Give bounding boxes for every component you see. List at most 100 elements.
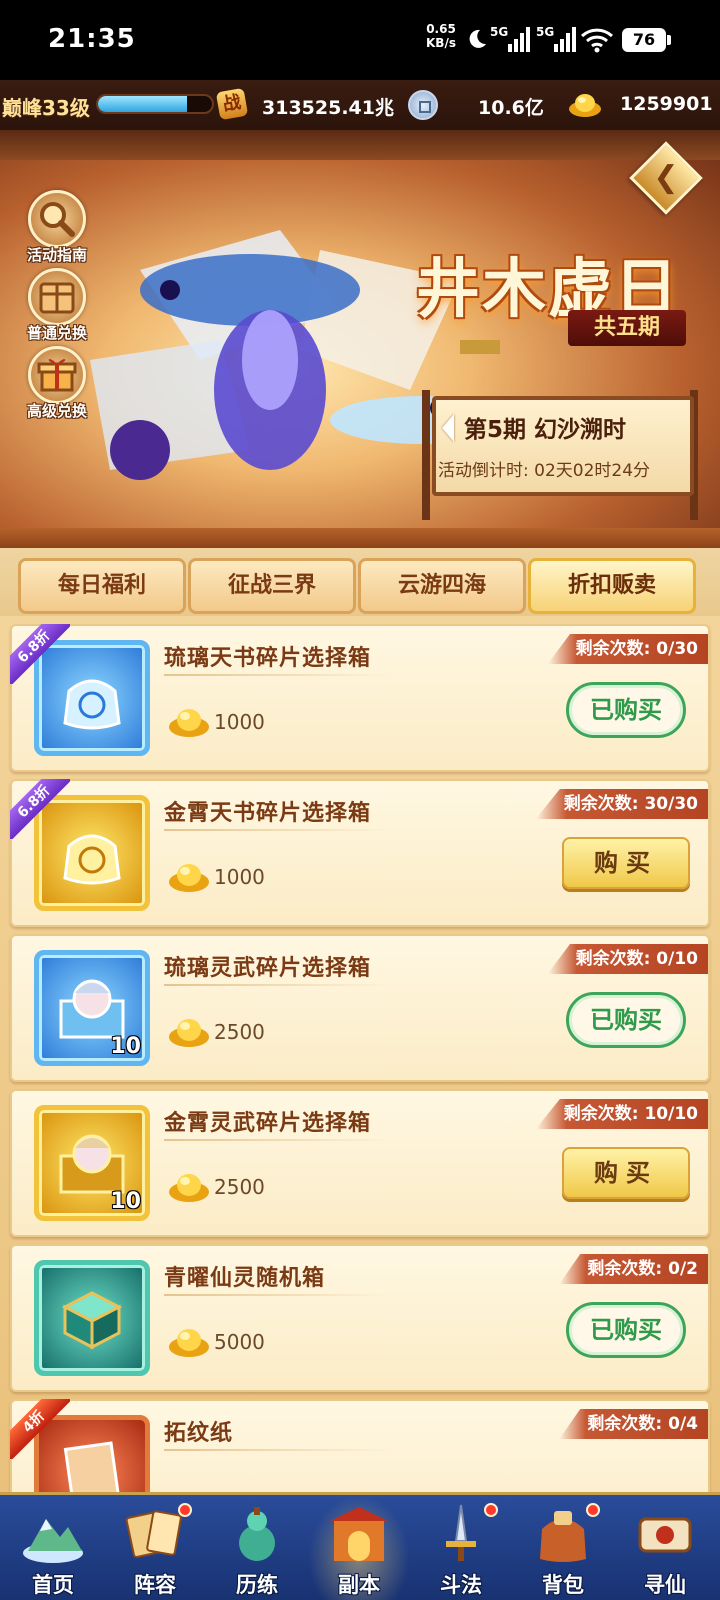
bottom-navigation: 首页 阵容 历练 副本 斗法 背包 寻仙 xyxy=(0,1492,720,1600)
gold-ingot-icon xyxy=(169,1019,209,1047)
notification-dot xyxy=(178,1503,192,1517)
item-divider xyxy=(164,674,390,676)
discount-item-list[interactable]: 6.8折 琉璃天书碎片选择箱 1000 剩余次数: 0/30 已购买 6.8折 … xyxy=(0,616,720,1492)
banner-roof xyxy=(0,130,720,160)
nav-label: 阵容 xyxy=(134,1573,176,1597)
item-price: 5000 xyxy=(214,1330,265,1354)
list-item: 6.8折 金霄天书碎片选择箱 1000 剩余次数: 30/30 购买 xyxy=(10,779,710,927)
nav-backpack[interactable]: 背包 xyxy=(512,1495,614,1600)
item-price: 1000 xyxy=(214,865,265,889)
nav-label: 首页 xyxy=(32,1573,74,1597)
list-item: 青曜仙灵随机箱 5000 剩余次数: 0/2 已购买 xyxy=(10,1244,710,1392)
item-icon-liuli-weapon-box[interactable]: 10 xyxy=(34,950,150,1066)
signboard-post xyxy=(422,390,430,520)
tab-roam-seas[interactable]: 云游四海 xyxy=(358,558,526,614)
normal-exchange-button[interactable]: 普通兑换 xyxy=(20,268,94,342)
discount-label: 6.8折 xyxy=(10,779,70,839)
item-price: 2500 xyxy=(214,1020,265,1044)
shop-tabs: 每日福利 征战三界 云游四海 折扣贩卖 xyxy=(0,528,720,616)
back-arrow-icon[interactable]: ❮ xyxy=(640,158,692,198)
net-speed-value: 0.65 xyxy=(426,22,456,36)
remaining-count: 剩余次数: 0/10 xyxy=(547,944,708,974)
item-name: 拓纹纸 xyxy=(164,1421,234,1446)
tab-conquer-realms[interactable]: 征战三界 xyxy=(188,558,356,614)
battery-indicator: 76 xyxy=(622,28,671,52)
nav-label: 斗法 xyxy=(440,1573,482,1597)
item-icon-qingyao-spirit-box[interactable] xyxy=(34,1260,150,1376)
side-button-label: 普通兑换 xyxy=(26,324,87,342)
nav-training[interactable]: 历练 xyxy=(206,1495,308,1600)
discount-ribbon: 6.8折 xyxy=(10,779,70,839)
previous-period-arrow-icon[interactable] xyxy=(442,414,454,442)
status-time: 21:35 xyxy=(48,24,136,54)
notification-dot xyxy=(484,1503,498,1517)
exp-progress-fill xyxy=(98,96,187,112)
status-bar: 21:35 0.65 KB/s 5G 5G 76 xyxy=(0,0,720,80)
period-signboard: 第5期 幻沙溯时 活动倒计时: 02天02时24分 xyxy=(420,390,704,520)
list-item: 6.8折 琉璃天书碎片选择箱 1000 剩余次数: 0/30 已购买 xyxy=(10,624,710,772)
signal1-label: 5G xyxy=(490,25,508,39)
list-item: 10 金霄灵武碎片选择箱 2500 剩余次数: 10/10 购买 xyxy=(10,1089,710,1237)
item-name: 青曜仙灵随机箱 xyxy=(164,1266,326,1291)
remaining-count: 剩余次数: 0/4 xyxy=(559,1409,708,1439)
nav-lineup[interactable]: 阵容 xyxy=(104,1495,206,1600)
remaining-count: 剩余次数: 0/30 xyxy=(547,634,708,664)
nav-home[interactable]: 首页 xyxy=(2,1495,104,1600)
signal2-label: 5G xyxy=(536,25,554,39)
item-divider xyxy=(164,1449,390,1451)
advanced-exchange-button[interactable]: 高级兑换 xyxy=(20,346,94,420)
purchased-button[interactable]: 已购买 xyxy=(566,1302,686,1358)
magnifier-icon xyxy=(40,202,75,237)
net-speed-unit: KB/s xyxy=(426,36,456,50)
nav-dungeon[interactable]: 副本 xyxy=(308,1495,410,1600)
remaining-count: 剩余次数: 10/10 xyxy=(535,1099,708,1129)
nav-seek-immortal[interactable]: 寻仙 xyxy=(614,1495,716,1600)
dungeon-gate-icon xyxy=(330,1507,388,1561)
nav-duel[interactable]: 斗法 xyxy=(410,1495,512,1600)
resource-bar: 巅峰33级 战 313525.41兆 10.6亿 1259901 xyxy=(0,80,720,130)
event-banner: ❮ 井木虚日 共五期 活动指南 普通兑换 高级兑换 第5期 幻沙溯时 活动倒计时… xyxy=(0,130,720,528)
item-count: 10 xyxy=(110,1034,141,1059)
nav-label: 历练 xyxy=(236,1573,278,1597)
nav-label: 副本 xyxy=(338,1573,380,1597)
item-name: 金霄灵武碎片选择箱 xyxy=(164,1111,372,1136)
item-divider xyxy=(164,829,390,831)
list-item: 4折 拓纹纸 剩余次数: 0/4 xyxy=(10,1399,710,1492)
item-icon-jinxiao-weapon-box[interactable]: 10 xyxy=(34,1105,150,1221)
tab-daily-welfare[interactable]: 每日福利 xyxy=(18,558,186,614)
wifi-icon xyxy=(580,28,614,53)
home-mountain-icon xyxy=(23,1519,83,1563)
nav-label: 背包 xyxy=(542,1573,584,1597)
discount-ribbon: 4折 xyxy=(10,1399,70,1459)
remaining-count: 剩余次数: 0/2 xyxy=(559,1254,708,1284)
gold-ingot-icon xyxy=(169,1174,209,1202)
buy-button[interactable]: 购买 xyxy=(562,837,690,889)
combat-power-icon: 战 xyxy=(215,87,249,121)
gold-ingot-icon xyxy=(169,864,209,892)
buy-button[interactable]: 购买 xyxy=(562,1147,690,1199)
discount-ribbon: 6.8折 xyxy=(10,624,70,684)
item-divider xyxy=(164,984,390,986)
silver-coin-icon xyxy=(408,90,438,120)
tab-discount-sale[interactable]: 折扣贩卖 xyxy=(528,558,696,614)
item-price: 1000 xyxy=(214,710,265,734)
do-not-disturb-moon-icon xyxy=(469,29,486,48)
event-subtitle: 共五期 xyxy=(568,310,686,346)
notification-dot xyxy=(586,1503,600,1517)
item-name: 琉璃灵武碎片选择箱 xyxy=(164,956,372,981)
exp-progress-bar xyxy=(96,94,214,114)
gold-value: 1259901 xyxy=(620,93,713,115)
cellular-signal-icon: 5G xyxy=(490,25,530,52)
purchased-button[interactable]: 已购买 xyxy=(566,682,686,738)
item-name: 琉璃天书碎片选择箱 xyxy=(164,646,372,671)
training-gourd-icon xyxy=(239,1507,275,1561)
side-button-label: 活动指南 xyxy=(26,246,87,264)
item-price: 2500 xyxy=(214,1175,265,1199)
list-item: 10 琉璃灵武碎片选择箱 2500 剩余次数: 0/10 已购买 xyxy=(10,934,710,1082)
item-divider xyxy=(164,1139,390,1141)
silver-value: 10.6亿 xyxy=(478,97,544,119)
event-countdown: 活动倒计时: 02天02时24分 xyxy=(438,461,651,481)
purchased-button[interactable]: 已购买 xyxy=(566,992,686,1048)
activity-guide-button[interactable]: 活动指南 xyxy=(20,190,94,264)
exchange-box-icon xyxy=(39,282,75,314)
